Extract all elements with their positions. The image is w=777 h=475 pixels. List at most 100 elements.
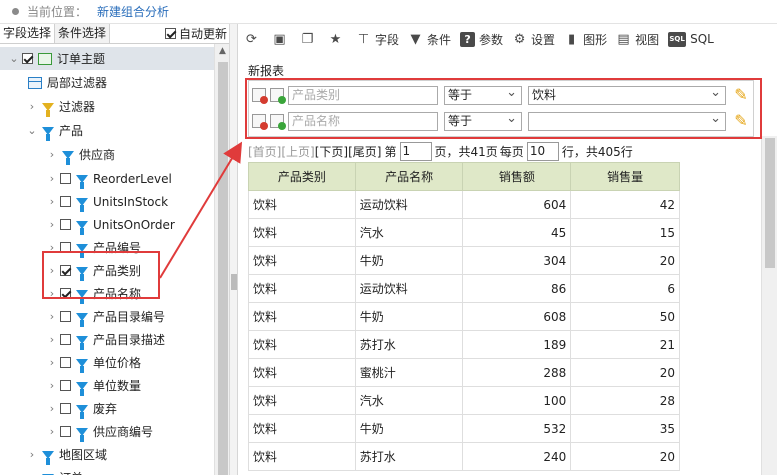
cell: 20	[570, 442, 680, 471]
column-header[interactable]: 产品名称	[354, 162, 464, 191]
panel-splitter[interactable]	[230, 24, 238, 475]
chevron-right-icon[interactable]: ›	[46, 148, 58, 161]
page-number-input[interactable]: 1	[399, 142, 432, 161]
cell: 饮料	[248, 358, 356, 387]
field-button[interactable]: ⊤ 字段	[356, 31, 399, 48]
tree-field-label: 供应商编号	[93, 425, 154, 439]
report-scrollbar[interactable]	[761, 136, 777, 475]
tree-node-local-filter[interactable]: 局部过滤器	[26, 71, 107, 94]
tree-field-label: UnitsOnOrder	[93, 217, 175, 232]
tab-field-select[interactable]: 字段选择	[0, 24, 56, 43]
column-header[interactable]: 销售量	[570, 162, 680, 191]
chevron-right-icon[interactable]: ›	[46, 402, 58, 415]
chevron-down-icon[interactable]: ⌄	[26, 124, 38, 137]
cell: 饮料	[248, 190, 356, 219]
column-header[interactable]: 产品类别	[248, 162, 356, 191]
report-table: 产品类别 产品名称 销售额 销售量 饮料 运动饮料 604 42 饮料 汽水 45 15 饮…	[248, 162, 680, 471]
field-checkbox[interactable]	[60, 403, 71, 414]
chevron-down-icon[interactable]: ⌄	[8, 52, 20, 65]
table-row: 饮料 运动饮料 604 42	[248, 190, 680, 219]
cell: 饮料	[248, 218, 356, 247]
filter-icon	[76, 197, 88, 212]
chevron-right-icon[interactable]: ›	[46, 310, 58, 323]
cell: 532	[462, 414, 572, 443]
chevron-right-icon[interactable]: ›	[26, 471, 38, 475]
splitter-grip[interactable]	[231, 274, 237, 290]
cell: 饮料	[248, 274, 356, 303]
tree-field-unit-price[interactable]: › 单位价格	[46, 351, 141, 374]
condition-button[interactable]: ▼ 条件	[408, 31, 452, 48]
sql-button[interactable]: SQL SQL	[668, 31, 714, 47]
favorite-button[interactable]: ★	[328, 32, 347, 47]
cell: 15	[570, 218, 680, 247]
chevron-right-icon[interactable]: ›	[46, 172, 58, 185]
tree-field-units-on-order[interactable]: › UnitsOnOrder	[46, 213, 175, 236]
tree-field-catalog-description[interactable]: › 产品目录描述	[46, 328, 165, 351]
tree-node-product[interactable]: ⌄ 产品	[26, 119, 83, 142]
field-checkbox[interactable]	[60, 173, 71, 184]
cell: 35	[570, 414, 680, 443]
tree-field-reorder-level[interactable]: › ReorderLevel	[46, 167, 172, 190]
tab-condition-select[interactable]: 条件选择	[55, 24, 111, 43]
location-value[interactable]: 新建组合分析	[97, 3, 169, 20]
pager-per-page-suffix: 行，共405行	[561, 145, 633, 159]
tree-field-catalog-number[interactable]: › 产品目录编号	[46, 305, 165, 328]
chevron-right-icon[interactable]: ›	[46, 425, 58, 438]
chevron-right-icon[interactable]: ›	[46, 218, 58, 231]
field-checkbox[interactable]	[60, 219, 71, 230]
tree-scrollbar[interactable]: ▲	[214, 44, 229, 475]
pager-last[interactable]: [尾页]	[348, 143, 381, 160]
chevron-right-icon[interactable]: ›	[46, 195, 58, 208]
chevron-right-icon[interactable]: ›	[46, 379, 58, 392]
filter-icon	[76, 404, 88, 419]
scroll-up-icon[interactable]: ▲	[215, 44, 229, 58]
tree-node-label: 局部过滤器	[47, 76, 108, 90]
cell: 牛奶	[354, 302, 464, 331]
chevron-right-icon[interactable]: ›	[26, 448, 38, 461]
chevron-right-icon[interactable]: ›	[46, 333, 58, 346]
refresh-button[interactable]: ⟳	[244, 32, 263, 47]
settings-button[interactable]: ⚙ 设置	[512, 31, 555, 48]
filter-icon	[76, 381, 88, 396]
scroll-thumb[interactable]	[218, 62, 228, 475]
tree-node-root[interactable]: ⌄ 订单主题	[0, 47, 214, 70]
pager-next[interactable]: [下页]	[315, 143, 348, 160]
tree-node-filter[interactable]: › 过滤器	[26, 95, 95, 118]
field-checkbox[interactable]	[60, 334, 71, 345]
save-button[interactable]: ▣	[272, 32, 291, 47]
column-header[interactable]: 销售额	[462, 162, 572, 191]
tree-node-supplier[interactable]: › 供应商	[46, 143, 115, 166]
field-checkbox[interactable]	[60, 380, 71, 391]
field-checkbox[interactable]	[60, 426, 71, 437]
cell: 饮料	[248, 302, 356, 331]
chevron-right-icon[interactable]: ›	[46, 356, 58, 369]
tree-field-supplier-number[interactable]: › 供应商编号	[46, 420, 153, 443]
tree-checkbox[interactable]	[22, 53, 33, 64]
chevron-right-icon[interactable]: ›	[26, 100, 38, 113]
pager-per-page-prefix: 每页	[499, 145, 524, 159]
tree-field-unit-quantity[interactable]: › 单位数量	[46, 374, 141, 397]
save-as-icon: ❐	[301, 31, 314, 47]
cell: 45	[462, 218, 572, 247]
pager-prev[interactable]: [上页]	[281, 143, 314, 160]
field-checkbox[interactable]	[60, 311, 71, 322]
auto-update-label: 自动更新	[178, 27, 227, 41]
chart-button[interactable]: ▮ 图形	[564, 31, 607, 48]
scroll-thumb[interactable]	[765, 138, 775, 268]
param-button[interactable]: ? 参数	[460, 31, 503, 48]
field-checkbox[interactable]	[60, 357, 71, 368]
auto-update-checkbox[interactable]	[164, 28, 176, 39]
cell: 240	[462, 442, 572, 471]
cell: 饮料	[248, 386, 356, 415]
per-page-input[interactable]: 10	[526, 142, 559, 161]
pager-first[interactable]: [首页]	[248, 143, 281, 160]
cell: 100	[462, 386, 572, 415]
tree-node-map-region[interactable]: › 地图区域	[26, 443, 107, 466]
save-as-button[interactable]: ❐	[300, 32, 319, 47]
field-checkbox[interactable]	[60, 196, 71, 207]
auto-update-toggle[interactable]: 自动更新	[164, 24, 229, 43]
tree-node-order[interactable]: › 订单	[26, 466, 83, 475]
tree-field-units-in-stock[interactable]: › UnitsInStock	[46, 190, 168, 213]
tree-field-discontinued[interactable]: › 废弃	[46, 397, 117, 420]
view-button[interactable]: ▤ 视图	[616, 31, 659, 48]
